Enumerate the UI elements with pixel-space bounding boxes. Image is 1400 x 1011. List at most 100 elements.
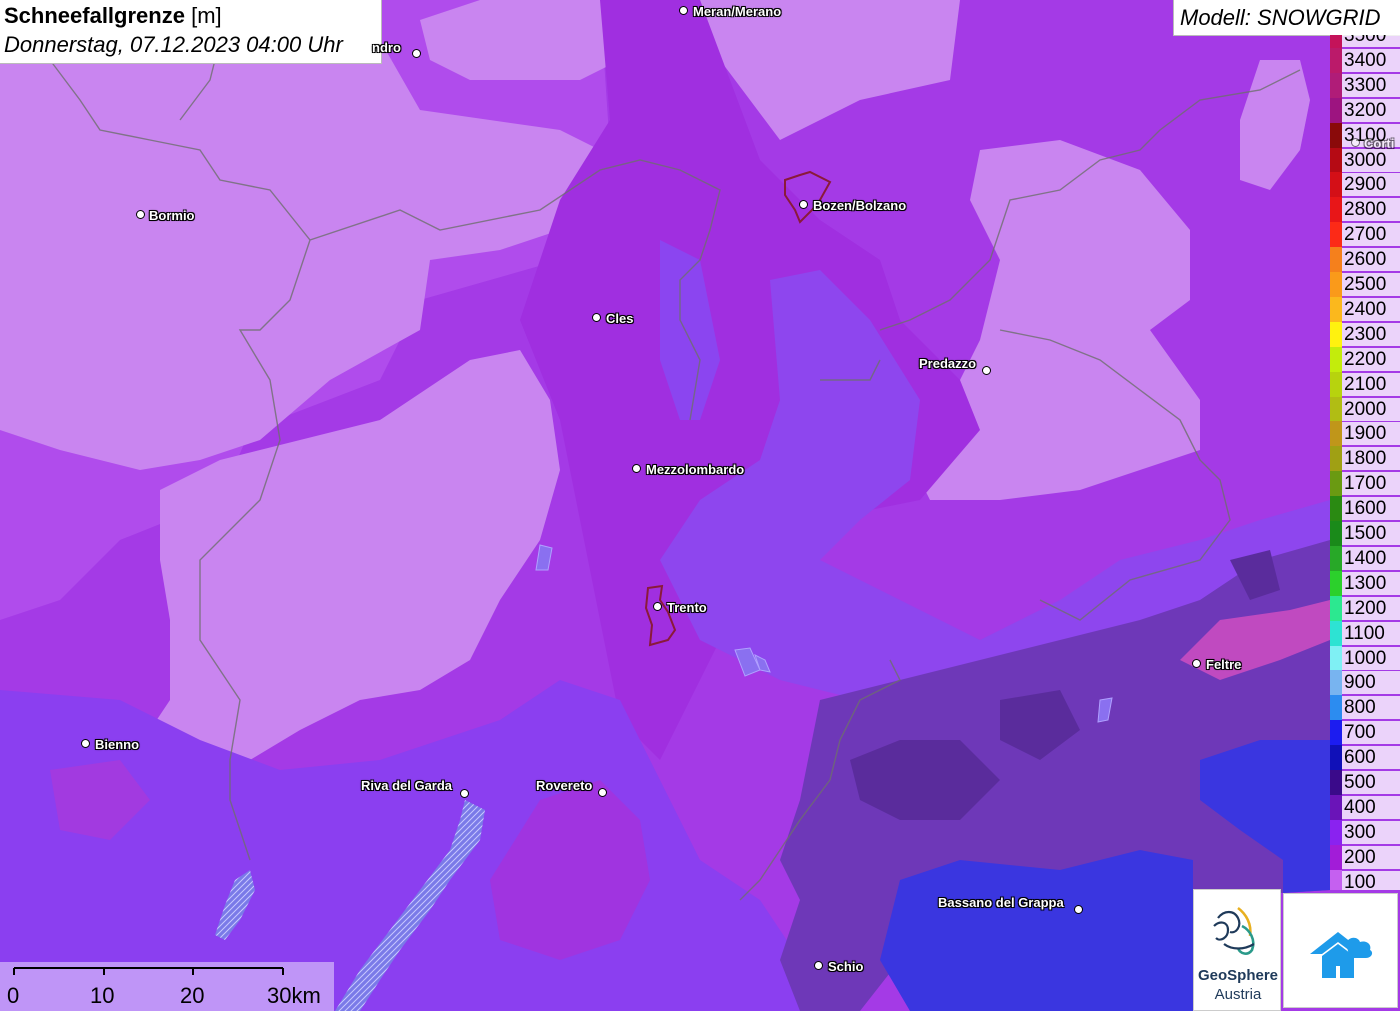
legend-swatch — [1330, 595, 1342, 621]
legend-swatch — [1330, 197, 1342, 223]
legend-row: 1900 — [1328, 421, 1400, 447]
legend-swatch — [1330, 645, 1342, 671]
snow-cloud-icon — [1310, 932, 1373, 978]
city-label: Bienno — [95, 737, 140, 752]
city-marker — [460, 789, 469, 798]
legend-row: 700 — [1328, 720, 1400, 746]
legend-row: 2600 — [1328, 247, 1400, 273]
legend-swatch — [1330, 122, 1342, 148]
legend-label: 3500 — [1342, 35, 1400, 47]
legend-row: 200 — [1328, 844, 1400, 870]
legend-label: 1700 — [1342, 472, 1400, 496]
legend-row: 400 — [1328, 794, 1400, 820]
city-marker — [412, 49, 421, 58]
legend-label: 700 — [1342, 721, 1400, 745]
legend-swatch — [1330, 819, 1342, 845]
map-title-box: Schneefallgrenze [m] Donnerstag, 07.12.2… — [0, 0, 382, 64]
legend-label: 100 — [1342, 870, 1400, 890]
snowline-map[interactable] — [0, 0, 1400, 1011]
scale-label-0: 0 — [7, 983, 20, 1008]
legend-swatch — [1330, 545, 1342, 571]
legend-row: 300 — [1328, 819, 1400, 845]
legend-label: 1600 — [1342, 497, 1400, 521]
legend-label: 2000 — [1342, 397, 1400, 421]
legend-swatch — [1330, 570, 1342, 596]
legend-swatch — [1330, 521, 1342, 546]
legend-swatch — [1330, 72, 1342, 98]
legend-label: 900 — [1342, 671, 1400, 695]
legend-row: 3400 — [1328, 47, 1400, 73]
scale-bar: 0 10 20 30km — [0, 962, 334, 1011]
legend-row: 2400 — [1328, 296, 1400, 322]
legend-row: 800 — [1328, 695, 1400, 721]
legend-label: 2700 — [1342, 223, 1400, 247]
logo-line2: Austria — [1214, 986, 1262, 1003]
legend-swatch — [1330, 222, 1342, 248]
legend-row: 1600 — [1328, 496, 1400, 522]
geosphere-logo[interactable]: GeoSphere Austria — [1193, 889, 1281, 1011]
legend-row: 1100 — [1328, 620, 1400, 646]
legend-swatch — [1330, 346, 1342, 372]
legend-swatch — [1330, 446, 1342, 472]
legend-label: 2900 — [1342, 173, 1400, 197]
legend-row: 2300 — [1328, 321, 1400, 347]
logo-line1: GeoSphere — [1197, 967, 1279, 984]
city-label: Trento — [667, 600, 707, 615]
legend-label: 1100 — [1342, 621, 1400, 645]
legend-label: 800 — [1342, 696, 1400, 720]
legend-label: 3400 — [1342, 48, 1400, 72]
city-label: Bormio — [149, 208, 195, 223]
legend-swatch — [1330, 869, 1342, 890]
legend-row: 2500 — [1328, 272, 1400, 297]
legend-swatch — [1330, 172, 1342, 198]
city-label: Bozen/Bolzano — [813, 198, 907, 213]
legend-label: 2500 — [1342, 273, 1400, 296]
legend-label: 2300 — [1342, 322, 1400, 346]
legend-row: 1000 — [1328, 645, 1400, 671]
legend-label: 1800 — [1342, 447, 1400, 471]
legend-label: 2800 — [1342, 198, 1400, 222]
city-label: Rovereto — [536, 778, 593, 793]
model-label: Modell: SNOWGRID — [1180, 5, 1381, 30]
map-title: Schneefallgrenze [m] — [4, 3, 222, 28]
legend-label: 1900 — [1342, 422, 1400, 446]
legend-swatch — [1330, 695, 1342, 721]
legend-row: 1400 — [1328, 545, 1400, 571]
legend-row: 1800 — [1328, 446, 1400, 472]
app-logo[interactable] — [1283, 893, 1398, 1008]
city-label: Mezzolombardo — [646, 462, 745, 477]
legend-row: 3500 — [1328, 35, 1400, 48]
scale-label-20: 20 — [180, 983, 205, 1008]
scale-label-30: 30km — [267, 983, 321, 1008]
map-datetime: Donnerstag, 07.12.2023 04:00 Uhr — [4, 32, 343, 57]
legend-swatch — [1330, 770, 1342, 795]
legend-swatch — [1330, 272, 1342, 297]
legend-label: 3000 — [1342, 148, 1400, 172]
legend-row: 1200 — [1328, 595, 1400, 621]
legend-label: 2200 — [1342, 347, 1400, 371]
city-label: Cles — [606, 311, 634, 326]
city-marker — [1074, 905, 1083, 914]
legend-row: 3200 — [1328, 97, 1400, 123]
legend-row: 500 — [1328, 770, 1400, 795]
legend-row: 3300 — [1328, 72, 1400, 98]
legend-swatch — [1330, 396, 1342, 422]
legend-swatch — [1330, 620, 1342, 646]
city-marker — [679, 6, 688, 15]
legend-label: 1300 — [1342, 571, 1400, 595]
legend-row: 2700 — [1328, 222, 1400, 248]
city-label: Bassano del Grappa — [938, 895, 1064, 910]
legend-label: 1400 — [1342, 546, 1400, 570]
model-label-box: Modell: SNOWGRID — [1173, 0, 1400, 36]
city-marker — [632, 464, 641, 473]
city-label: Predazzo — [919, 356, 977, 371]
city-marker — [982, 366, 991, 375]
city-label: Meran/Merano — [693, 4, 782, 19]
geosphere-logo-icon — [1213, 906, 1255, 955]
legend-row: 3000 — [1328, 147, 1400, 173]
legend-row: 1500 — [1328, 521, 1400, 546]
zone-blue-plain — [880, 850, 1193, 1011]
legend-label: 400 — [1342, 795, 1400, 819]
city-marker — [136, 210, 145, 219]
legend-label: 1500 — [1342, 522, 1400, 545]
